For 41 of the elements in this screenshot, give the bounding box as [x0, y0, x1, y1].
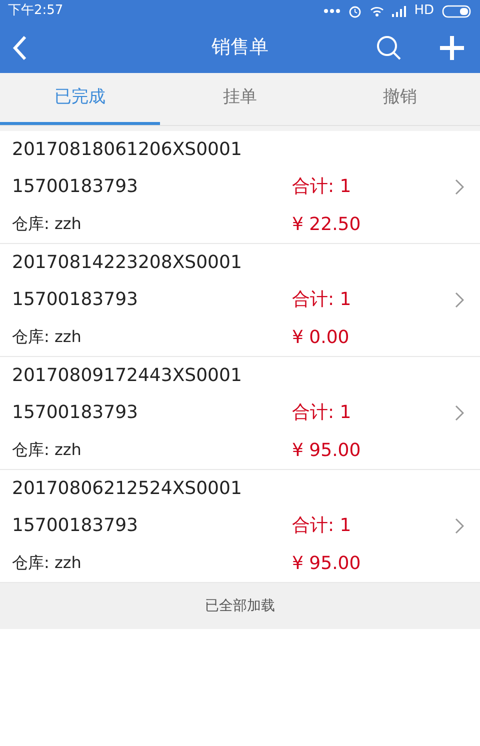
- add-button[interactable]: [440, 35, 464, 60]
- order-number: 20170814223208XS0001: [12, 251, 243, 276]
- warehouse-label: 仓库: zzh: [12, 213, 82, 236]
- total-quantity: 合计: 1: [292, 514, 352, 538]
- order-item[interactable]: 20170818061206XS0001 15700183793 合计: 1 仓库: zzh ¥ 22.50: [0, 131, 480, 244]
- phone-number: 15700183793: [12, 175, 139, 200]
- battery-icon: [442, 4, 472, 18]
- search-button[interactable]: [376, 34, 402, 60]
- back-button[interactable]: [12, 34, 28, 60]
- order-amount: ¥ 22.50: [292, 212, 361, 237]
- more-icon: [324, 9, 340, 13]
- chevron-right-icon: [455, 518, 464, 534]
- chevron-right-icon: [455, 178, 464, 195]
- phone-number: 15700183793: [12, 401, 139, 426]
- total-quantity: 合计: 1: [292, 175, 352, 200]
- status-time: 下午2:57: [8, 2, 64, 20]
- chevron-right-icon: [455, 404, 464, 421]
- chevron-right-icon: [455, 292, 464, 308]
- total-quantity: 合计: 1: [292, 288, 352, 312]
- order-number: 20170818061206XS0001: [12, 138, 243, 162]
- order-amount: ¥ 95.00: [292, 438, 361, 463]
- order-number: 20170806212524XS0001: [12, 477, 243, 502]
- signal-icon: [392, 6, 406, 16]
- warehouse-label: 仓库: zzh: [12, 439, 82, 462]
- order-item[interactable]: 20170809172443XS0001 15700183793 合计: 1 仓库: zzh ¥ 95.00: [0, 357, 480, 470]
- total-quantity: 合计: 1: [292, 401, 352, 426]
- phone-number: 15700183793: [12, 514, 139, 538]
- warehouse-label: 仓库: zzh: [12, 552, 82, 574]
- network-label: HD: [414, 2, 434, 20]
- order-item[interactable]: 20170814223208XS0001 15700183793 合计: 1 仓库: zzh ¥ 0.00: [0, 244, 480, 357]
- load-status: 已全部加载: [205, 596, 275, 616]
- warehouse-label: 仓库: zzh: [12, 326, 82, 348]
- alarm-clock-icon: [348, 4, 362, 18]
- order-amount: ¥ 0.00: [292, 326, 350, 350]
- wifi-icon: [370, 6, 384, 16]
- order-number: 20170809172443XS0001: [12, 364, 243, 388]
- tab[interactable]: 撤销: [320, 73, 480, 125]
- order-amount: ¥ 95.00: [292, 552, 361, 576]
- page-title: 销售单: [212, 35, 268, 60]
- phone-number: 15700183793: [12, 288, 139, 312]
- tab[interactable]: 挂单: [160, 73, 320, 125]
